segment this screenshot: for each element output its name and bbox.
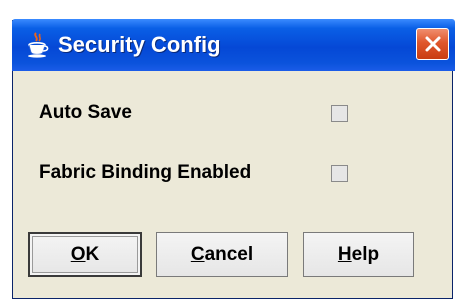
security-config-dialog: Security Config Auto Save Fabric Binding… (12, 19, 455, 299)
cancel-mnemonic: C (190, 243, 205, 265)
title-bar[interactable]: Security Config (12, 19, 455, 71)
help-label-rest: elp (351, 243, 380, 265)
ok-mnemonic: O (70, 243, 86, 265)
ok-button[interactable]: OK (28, 232, 142, 277)
setting-row-auto-save: Auto Save (39, 100, 132, 126)
help-button[interactable]: Help (303, 232, 414, 277)
ok-label-rest: K (85, 243, 100, 265)
auto-save-label: Auto Save (39, 102, 132, 123)
help-mnemonic: H (337, 243, 352, 265)
dialog-title: Security Config (58, 32, 221, 57)
cancel-button[interactable]: Cancel (156, 232, 288, 277)
auto-save-checkbox[interactable] (331, 105, 348, 122)
close-button[interactable] (416, 28, 449, 60)
close-icon (424, 35, 442, 53)
fabric-binding-enabled-checkbox[interactable] (331, 165, 348, 182)
fabric-binding-enabled-label: Fabric Binding Enabled (39, 162, 252, 183)
java-coffee-cup-icon (26, 32, 50, 58)
cancel-label-rest: ancel (204, 243, 254, 265)
setting-row-fabric-binding: Fabric Binding Enabled (39, 160, 251, 186)
